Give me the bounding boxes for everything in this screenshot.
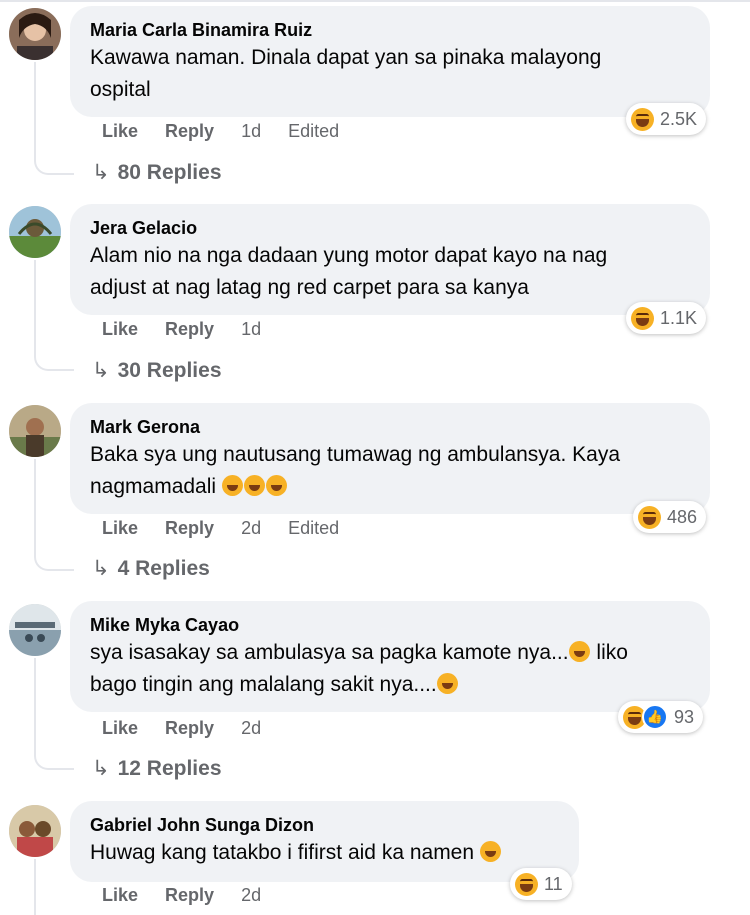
view-replies-button[interactable]: ↳ 80 Replies <box>92 160 222 185</box>
comment-actions: Like Reply 2d Edited <box>102 518 361 539</box>
rofl-emoji-icon <box>568 641 590 662</box>
reaction-count: 11 <box>544 873 563 894</box>
comment-text-line: Kawawa naman. Dinala dapat yan sa pinaka… <box>90 46 602 69</box>
comment-text-line: nagmamadali <box>90 471 688 503</box>
edited-label: Edited <box>288 121 340 141</box>
comment-text-line: adjust at nag latag ng red carpet para s… <box>90 276 529 299</box>
reaction-summary[interactable]: 1.1K <box>626 302 707 334</box>
haha-icon <box>638 505 661 529</box>
avatar[interactable] <box>9 805 61 857</box>
reaction-summary[interactable]: 2.5K <box>626 103 707 135</box>
comment-text-fragment: Huwag kang tatakbo i fifirst aid ka name… <box>90 841 475 864</box>
top-divider <box>0 0 750 2</box>
thread-hook <box>34 752 74 770</box>
haha-icon <box>631 306 654 330</box>
thread-line <box>34 260 36 353</box>
thread-hook <box>34 553 74 571</box>
comment-time[interactable]: 1d <box>241 121 261 142</box>
comment-text-line: ospital <box>90 78 151 101</box>
comment-bubble: Jera Gelacio Alam nio na nga dadaan yung… <box>70 204 710 315</box>
comment-bubble: Gabriel John Sunga Dizon Huwag kang tata… <box>70 801 579 882</box>
comment-text-line: Baka sya ung nautusang tumawag ng ambula… <box>90 443 621 466</box>
rofl-emoji-icon <box>265 475 287 496</box>
comment-text-fragment: liko <box>590 641 628 664</box>
thread-line <box>34 459 36 553</box>
like-button[interactable]: Like <box>102 518 138 539</box>
comment-author[interactable]: Mike Myka Cayao <box>90 613 688 637</box>
like-button[interactable]: Like <box>102 885 138 906</box>
comment-time[interactable]: 2d <box>241 885 261 906</box>
avatar[interactable] <box>9 206 61 258</box>
edited-label: Edited <box>288 518 340 538</box>
reaction-summary[interactable]: 👍 93 <box>618 701 704 733</box>
smile-emoji-icon <box>479 841 501 862</box>
reply-arrow-icon: ↳ <box>92 557 110 580</box>
comment-text-line: bago tingin ang malalang sakit nya.... <box>90 669 688 701</box>
thread-hook <box>34 353 74 371</box>
avatar[interactable] <box>9 604 61 656</box>
reply-arrow-icon: ↳ <box>92 359 110 382</box>
reaction-count: 2.5K <box>660 108 698 129</box>
avatar[interactable] <box>9 405 61 457</box>
comment-text-fragment: bago tingin ang malalang sakit nya.... <box>90 673 437 696</box>
like-button[interactable]: Like <box>102 121 138 142</box>
comment-time[interactable]: 1d <box>241 319 261 340</box>
thread-line <box>34 62 36 157</box>
comment-actions: Like Reply 2d <box>102 885 283 906</box>
comment-bubble: Mike Myka Cayao sya isasakay sa ambulasy… <box>70 601 710 712</box>
reply-arrow-icon: ↳ <box>92 757 110 780</box>
rofl-emoji-icon <box>436 673 458 694</box>
like-button[interactable]: Like <box>102 718 138 739</box>
avatar[interactable] <box>9 8 61 60</box>
haha-icon <box>515 872 538 896</box>
comment-actions: Like Reply 1d <box>102 319 283 340</box>
comment-author[interactable]: Gabriel John Sunga Dizon <box>90 813 557 837</box>
reply-button[interactable]: Reply <box>165 319 214 340</box>
reaction-summary[interactable]: 11 <box>510 868 572 900</box>
comment-text-line: sya isasakay sa ambulasya sa pagka kamot… <box>90 637 688 669</box>
reply-button[interactable]: Reply <box>165 518 214 539</box>
comment-text-fragment: sya isasakay sa ambulasya sa pagka kamot… <box>90 641 569 664</box>
reply-button[interactable]: Reply <box>165 718 214 739</box>
comment-text-line: Huwag kang tatakbo i fifirst aid ka name… <box>90 837 557 869</box>
comment-author[interactable]: Mark Gerona <box>90 415 688 439</box>
comment-actions: Like Reply 1d Edited <box>102 121 361 142</box>
reaction-summary[interactable]: 486 <box>633 501 707 533</box>
rofl-emoji-icon <box>243 475 265 496</box>
like-button[interactable]: Like <box>102 319 138 340</box>
comment-actions: Like Reply 2d <box>102 718 283 739</box>
thread-hook <box>34 157 74 175</box>
view-replies-button[interactable]: ↳ 30 Replies <box>92 358 222 383</box>
haha-icon <box>631 107 654 131</box>
like-icon: 👍 <box>642 704 668 730</box>
comment-author[interactable]: Jera Gelacio <box>90 216 688 240</box>
comment-time[interactable]: 2d <box>241 518 261 539</box>
reply-button[interactable]: Reply <box>165 885 214 906</box>
rofl-emoji-icon <box>221 475 243 496</box>
reply-arrow-icon: ↳ <box>92 161 110 184</box>
thread-line <box>34 658 36 752</box>
thread-line <box>34 859 36 915</box>
comment-text-line: Alam nio na nga dadaan yung motor dapat … <box>90 244 608 267</box>
view-replies-button[interactable]: ↳ 12 Replies <box>92 756 222 781</box>
comment-text-fragment: nagmamadali <box>90 475 217 498</box>
comment-bubble: Maria Carla Binamira Ruiz Kawawa naman. … <box>70 6 710 117</box>
comment-author[interactable]: Maria Carla Binamira Ruiz <box>90 18 688 42</box>
comment-bubble: Mark Gerona Baka sya ung nautusang tumaw… <box>70 403 710 514</box>
reply-button[interactable]: Reply <box>165 121 214 142</box>
view-replies-button[interactable]: ↳ 4 Replies <box>92 556 210 581</box>
reaction-count: 93 <box>674 706 695 727</box>
reaction-count: 1.1K <box>660 307 698 328</box>
reaction-count: 486 <box>667 506 698 527</box>
comment-time[interactable]: 2d <box>241 718 261 739</box>
